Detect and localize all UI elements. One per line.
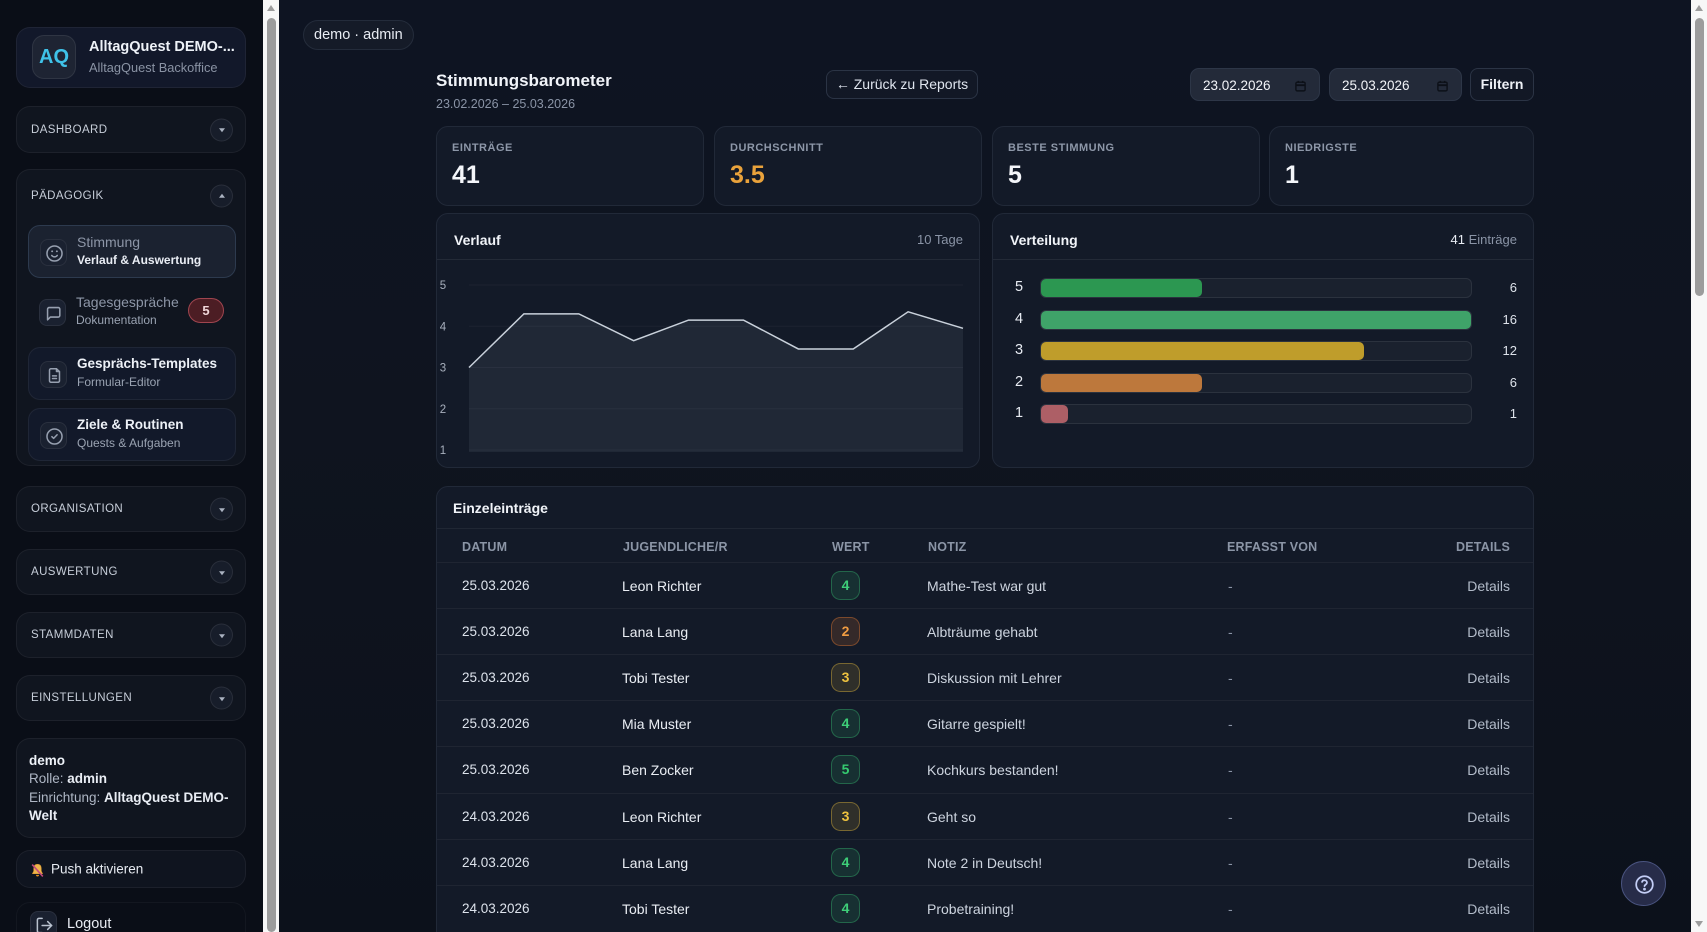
svg-text:4: 4 xyxy=(440,321,447,333)
svg-text:3: 3 xyxy=(440,363,446,375)
svg-text:2: 2 xyxy=(440,404,446,416)
svg-text:1: 1 xyxy=(440,445,446,457)
svg-text:5: 5 xyxy=(440,280,446,292)
